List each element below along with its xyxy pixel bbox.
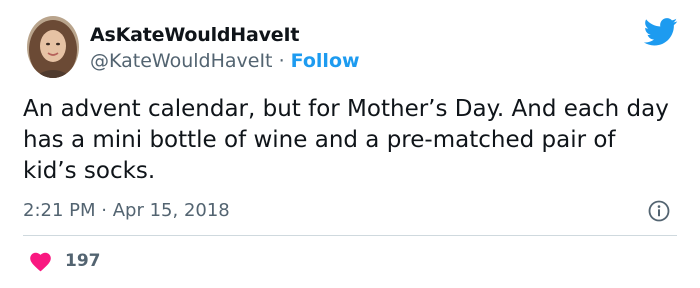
like-button[interactable]: 197 [28,250,101,272]
divider [23,235,677,236]
user-handle[interactable]: @KateWouldHaveIt [90,50,273,72]
separator: · [278,50,285,72]
tweet-text: An advent calendar, but for Mother’s Day… [23,96,669,184]
tweet-time: 2:21 PM [23,200,96,221]
info-icon[interactable] [648,200,670,222]
avatar[interactable] [27,16,79,78]
avatar-image [27,16,79,78]
tweet-timestamp[interactable]: 2:21 PM · Apr 15, 2018 [23,200,230,221]
user-handle-row: @KateWouldHaveIt · Follow [90,50,360,72]
twitter-bird-icon[interactable] [644,18,678,46]
user-display-name[interactable]: AsKateWouldHaveIt [90,24,299,46]
like-count: 197 [65,251,101,271]
heart-icon [30,252,51,272]
tweet-date: Apr 15, 2018 [112,200,230,221]
timestamp-separator: · [101,200,107,221]
follow-button[interactable]: Follow [291,50,360,72]
